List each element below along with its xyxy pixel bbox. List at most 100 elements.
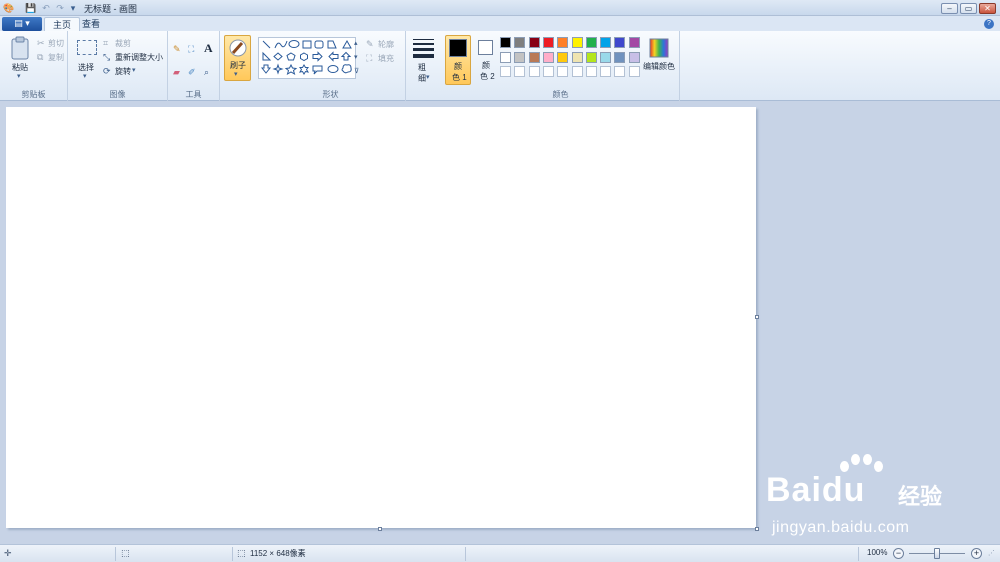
palette-swatch[interactable] [514,37,526,48]
palette-swatch[interactable] [514,66,526,77]
save-icon[interactable]: 💾 [25,2,37,14]
magnifier-icon[interactable]: ⌕ [204,67,209,77]
palette-swatch[interactable] [571,51,583,63]
ribbon: 粘贴 ▾ ✂ 剪切 ⧉ 复制 剪贴板 选择 ▾ ⌗ 裁剪 ⤡ 重新调整大小 ⟳ … [0,31,1000,101]
palette-swatch[interactable] [614,37,626,48]
palette-swatch[interactable] [600,37,612,48]
palette-swatch[interactable] [542,66,554,77]
cut-button[interactable]: 剪切 [48,38,64,49]
status-bar: ✛ ⬚ ⬚ 1152 × 648像素 100% − + ⋰ [0,544,1000,562]
resize-grip-icon[interactable]: ⋰ [988,549,995,559]
palette-swatch[interactable] [542,51,554,63]
tools-group-label: 工具 [185,90,202,99]
select-icon[interactable] [77,40,97,55]
resize-icon: ⤡ [103,52,111,62]
fill-bucket-icon[interactable]: ⛶ [188,44,194,54]
eraser-icon[interactable]: ▰ [173,67,180,77]
color2-label-top: 颜 [482,61,490,70]
clipboard-icon[interactable] [10,36,30,60]
canvas-area: Baidu 经验 jingyan.baidu.com [0,101,1000,544]
clipboard-group: 粘贴 ▾ ✂ 剪切 ⧉ 复制 剪贴板 [0,31,68,101]
rotate-dropdown-icon[interactable]: ▾ [132,66,136,76]
palette-swatch[interactable] [542,37,554,48]
brushes-button[interactable]: 刷子 ▾ [224,35,251,81]
color1-label-bottom: 色 1 [452,73,467,82]
palette-swatch[interactable] [614,51,626,63]
selection-size-icon: ⬚ [121,548,130,558]
shapes-expand-icon[interactable]: ⊽ [354,67,359,77]
palette-swatch[interactable] [557,51,569,63]
pencil-icon[interactable]: ✎ [173,44,181,54]
color1-button[interactable]: 颜 色 1 [445,35,471,85]
redo-icon[interactable]: ↷ [54,2,66,14]
color2-button[interactable]: 颜 色 2 [474,35,498,85]
color-picker-icon[interactable]: ✐ [188,67,196,77]
undo-icon[interactable]: ↶ [40,2,52,14]
zoom-slider-thumb[interactable] [934,548,940,559]
zoom-out-button[interactable]: − [893,548,904,559]
palette-swatch[interactable] [528,37,540,48]
shapes-scroll-up-icon[interactable]: ▴ [354,39,358,49]
palette-swatch[interactable] [614,66,626,77]
palette-swatch[interactable] [600,51,612,63]
text-tool-icon[interactable]: A [204,42,213,54]
edit-colors-icon[interactable] [649,38,669,58]
palette-swatch[interactable] [585,66,597,77]
size-dropdown-icon[interactable]: ▾ [426,73,430,83]
close-button[interactable]: ✕ [979,3,996,14]
canvas-resize-handle-bottom[interactable] [378,527,382,531]
shapes-scroll-down-icon[interactable]: ▾ [354,53,358,63]
canvas-size-icon: ⬚ [237,548,246,558]
fill-button[interactable]: 填充 [378,53,394,64]
brushes-group: 刷子 ▾ [220,31,256,101]
copy-button[interactable]: 复制 [48,52,64,63]
rotate-icon: ⟳ [103,66,111,76]
palette-swatch[interactable] [500,37,511,48]
select-dropdown-icon[interactable]: ▾ [83,72,87,82]
resize-button[interactable]: 重新调整大小 [115,52,163,63]
app-icon[interactable]: 🎨 [3,2,15,14]
zoom-in-button[interactable]: + [971,548,982,559]
palette-swatch[interactable] [571,37,583,48]
crop-button[interactable]: 裁剪 [115,38,131,49]
palette-swatch[interactable] [514,51,526,63]
fill-icon: ⛶ [366,53,373,63]
outline-button[interactable]: 轮廓 [378,39,394,50]
edit-colors-label[interactable]: 编辑颜色 [643,61,675,72]
canvas-resize-handle-corner[interactable] [755,527,759,531]
brushes-dropdown-icon[interactable]: ▾ [234,70,238,80]
canvas-size-text: 1152 × 648像素 [250,549,306,558]
rotate-button[interactable]: 旋转 [115,66,131,77]
tab-view[interactable]: 查看 [74,17,108,32]
size-label-bottom[interactable]: 细 [418,73,426,84]
palette-swatch[interactable] [600,66,612,77]
help-icon[interactable]: ? [984,19,994,29]
maximize-button[interactable]: ▭ [960,3,977,14]
shapes-group-label: 形状 [322,90,339,99]
paint-menu-button[interactable]: ▤ ▾ [2,17,42,31]
shapes-icons[interactable] [259,38,357,80]
palette-swatch[interactable] [557,37,569,48]
canvas-resize-handle-right[interactable] [755,315,759,319]
palette-swatch[interactable] [557,66,569,77]
palette-swatch[interactable] [528,51,540,63]
drawing-canvas[interactable] [6,107,756,528]
palette-swatch[interactable] [571,66,583,77]
palette-swatch[interactable] [528,66,540,77]
crop-icon: ⌗ [103,38,109,48]
palette-swatch[interactable] [585,37,597,48]
quick-access-dropdown-icon[interactable]: ▾ [67,2,79,14]
line-width-icon[interactable] [413,39,434,61]
palette-swatch[interactable] [585,51,597,63]
shapes-gallery[interactable] [258,37,356,79]
size-label-top[interactable]: 粗 [418,62,426,73]
color-palette [500,37,645,81]
paste-dropdown-icon[interactable]: ▾ [17,72,21,82]
palette-swatch[interactable] [500,51,511,63]
palette-swatch[interactable] [628,66,640,77]
palette-swatch[interactable] [500,66,511,77]
palette-swatch[interactable] [628,51,640,63]
palette-swatch[interactable] [628,37,640,48]
minimize-button[interactable]: – [941,3,958,14]
watermark-url: jingyan.baidu.com [772,519,910,536]
